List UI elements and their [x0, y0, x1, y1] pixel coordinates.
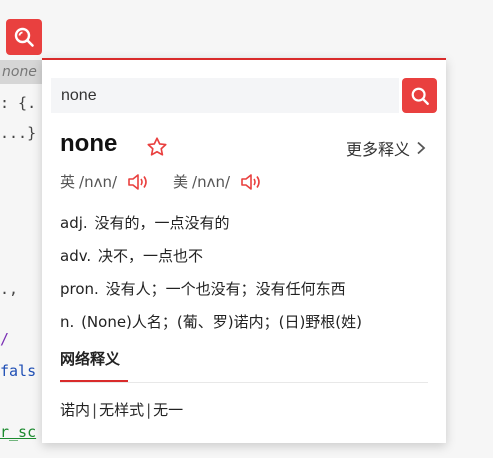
active-tab-underline [60, 380, 128, 382]
selected-word: none [2, 64, 37, 80]
more-definitions-link[interactable]: 更多释义 [346, 136, 426, 160]
favorite-star-icon[interactable] [146, 136, 168, 162]
search-bar [51, 78, 437, 113]
speaker-icon[interactable] [240, 173, 262, 191]
search-input[interactable] [51, 78, 399, 113]
code-line: ., [0, 280, 19, 298]
phonetic-uk: 英 /nʌn/ [60, 171, 149, 192]
web-definition-item: 无一 [153, 401, 184, 419]
definition-item: adj. 没有的，一点没有的 [60, 210, 362, 243]
code-line: r_sc [0, 423, 37, 441]
definition-item: adv. 决不，一点也不 [60, 243, 362, 276]
headword: none [60, 130, 118, 157]
phonetic-ipa: /nʌn/ [192, 172, 231, 191]
phonetic-label: 美 [173, 173, 189, 191]
more-definitions-label: 更多释义 [345, 140, 410, 159]
part-of-speech: adv. [60, 247, 92, 265]
definition-item: n. (None)人名；(葡、罗)诺内；(日)野根(姓) [60, 309, 362, 342]
part-of-speech: n. [60, 313, 75, 331]
search-icon [411, 87, 429, 105]
search-button[interactable] [402, 78, 437, 113]
speaker-icon[interactable] [127, 173, 149, 191]
phonetic-label: 英 [60, 173, 76, 191]
definition-text: 没有人；一个也没有；没有任何东西 [105, 280, 346, 298]
definition-text: 没有的，一点没有的 [94, 214, 230, 232]
definition-text: (None)人名；(葡、罗)诺内；(日)野根(姓) [81, 313, 363, 331]
phonetic-ipa: /nʌn/ [79, 172, 118, 191]
part-of-speech: adj. [60, 214, 88, 232]
selected-text: none [0, 60, 42, 84]
code-line: : {. [0, 94, 37, 112]
web-definitions-list: 诺内 | 无样式 | 无一 [60, 401, 184, 419]
translate-trigger-button[interactable] [6, 19, 42, 55]
code-line: / [0, 330, 10, 348]
definition-text: 决不，一点也不 [97, 247, 203, 265]
section-divider [60, 382, 428, 383]
chevron-right-icon [417, 141, 426, 155]
web-definition-item: 无样式 [99, 401, 145, 419]
phonetic-us: 美 /nʌn/ [173, 171, 262, 192]
definitions-list: adj. 没有的，一点没有的 adv. 决不，一点也不 pron. 没有人；一个… [60, 210, 362, 342]
code-line: fals [0, 362, 37, 380]
code-line: ...} [0, 124, 37, 142]
web-definitions-tab[interactable]: 网络释义 [60, 348, 120, 369]
dictionary-popup: none 更多释义 英 /nʌn/ 美 /nʌn/ [42, 58, 446, 443]
phonetics-row: 英 /nʌn/ 美 /nʌn/ [60, 171, 262, 192]
web-definition-item: 诺内 [60, 401, 91, 419]
part-of-speech: pron. [60, 280, 99, 298]
search-icon [14, 27, 34, 47]
definition-item: pron. 没有人；一个也没有；没有任何东西 [60, 276, 362, 309]
